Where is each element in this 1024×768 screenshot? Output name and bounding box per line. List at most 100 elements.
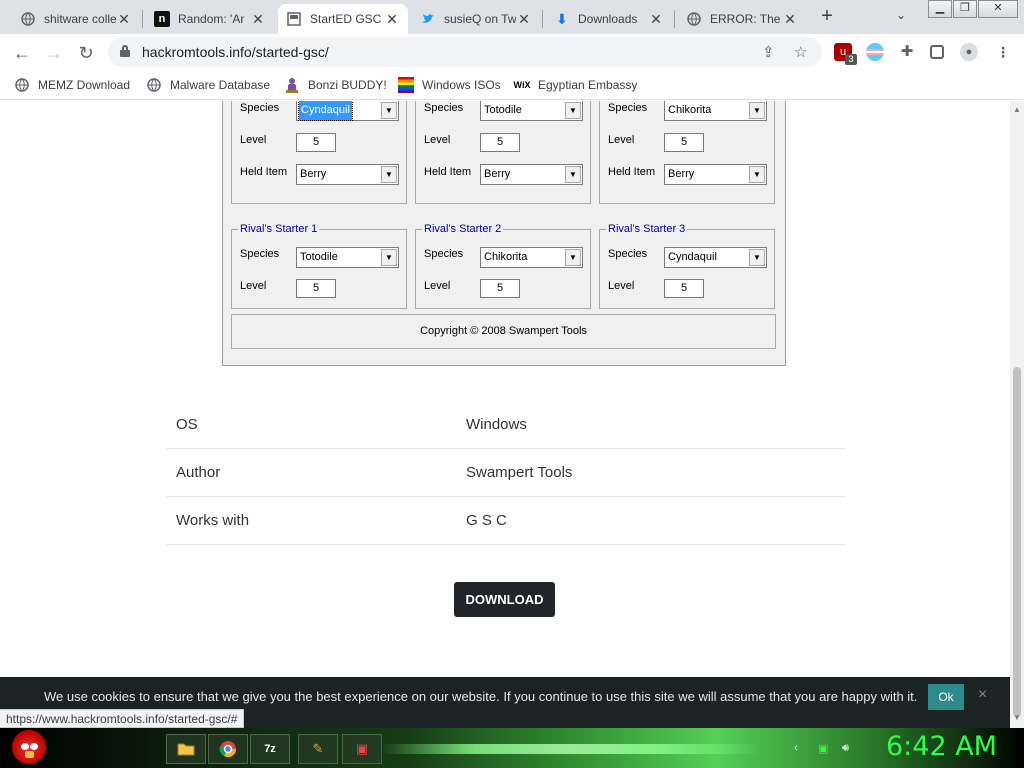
tab-5[interactable]: ERROR: The ✕ (678, 4, 806, 34)
flag-extension-icon[interactable] (866, 43, 884, 61)
restore-button[interactable]: ❐ (953, 0, 977, 18)
level-input[interactable]: 5 (480, 133, 520, 152)
tray-chevron-icon[interactable]: ‹ (794, 742, 798, 754)
tab-title: Downloads (578, 12, 638, 26)
url-text[interactable]: hackromtools.info/started-gsc/ (142, 44, 329, 60)
group-legend: Rival's Starter 1 (238, 223, 320, 235)
close-icon[interactable]: ✕ (648, 11, 664, 28)
rival-species-select[interactable]: Totodile ▼ (296, 247, 399, 268)
page-scrollbar[interactable]: ▲ ▼ (1010, 101, 1024, 728)
bookmark-memz[interactable]: MEMZ Download (14, 77, 130, 93)
download-button[interactable]: DOWNLOAD (454, 582, 555, 617)
tab-0[interactable]: shitware colle ✕ (12, 4, 140, 34)
video-icon[interactable]: ▣ (342, 734, 382, 764)
bookmark-label: Bonzi BUDDY! (308, 78, 387, 92)
rival-level-input[interactable]: 5 (296, 279, 336, 298)
taskbar: 7z ✎ ▣ ‹ ▣ 🔊︎ 6:42 AM (0, 728, 1024, 768)
level-label: Level (240, 280, 267, 292)
level-label: Level (424, 280, 451, 292)
held-item-select[interactable]: Berry ▼ (296, 164, 399, 185)
forward-button[interactable]: → (42, 41, 66, 65)
info-key: Author (176, 464, 221, 481)
dropdown-arrow-icon[interactable]: ▼ (381, 249, 397, 266)
dropdown-arrow-icon[interactable]: ▼ (381, 166, 397, 183)
download-arrow-icon: ⬇ (556, 10, 568, 27)
back-button[interactable]: ← (10, 41, 34, 65)
tab-1[interactable]: n Random: 'Ar ✕ (146, 4, 274, 34)
dropdown-arrow-icon[interactable]: ▼ (565, 102, 581, 119)
held-item-select[interactable]: Berry ▼ (664, 164, 767, 185)
cookie-ok-button[interactable]: Ok (928, 684, 964, 710)
n-logo-icon: n (154, 11, 170, 27)
bookmark-egyptian-embassy[interactable]: WiX Egyptian Embassy (514, 77, 638, 93)
folder-icon[interactable] (166, 734, 206, 764)
held-item-select[interactable]: Berry ▼ (480, 164, 583, 185)
taskbar-clock[interactable]: 6:42 AM (886, 731, 997, 762)
dropdown-arrow-icon[interactable]: ▼ (749, 249, 765, 266)
close-icon[interactable]: ✕ (782, 11, 798, 28)
tab-3[interactable]: susieQ on Tw ✕ (412, 4, 540, 34)
scrollbar-thumb[interactable] (1013, 367, 1021, 717)
rival-level-input[interactable]: 5 (664, 279, 704, 298)
tab-title: Random: 'Ar (178, 12, 245, 26)
dropdown-arrow-icon[interactable]: ▼ (565, 166, 581, 183)
page-viewport: Species Cyndaquil ▼ Level 5 Held Item Ber… (0, 101, 1010, 667)
tab-search-chevron-icon[interactable]: ⌄ (896, 8, 906, 22)
rival-level-input[interactable]: 5 (480, 279, 520, 298)
reload-button[interactable]: ↻ (74, 41, 98, 65)
held-item-label: Held Item (424, 166, 472, 178)
bookmark-malware-database[interactable]: Malware Database (146, 77, 270, 93)
rival-species-select[interactable]: Cyndaquil ▼ (664, 247, 767, 268)
scroll-up-arrow-icon[interactable]: ▲ (1013, 105, 1021, 114)
species-select[interactable]: Cyndaquil ▼ (296, 101, 399, 121)
chrome-icon[interactable] (208, 734, 248, 764)
extension-badge: 3 (845, 54, 857, 65)
dropdown-arrow-icon[interactable]: ▼ (749, 166, 765, 183)
tab-separator (674, 10, 675, 28)
close-icon[interactable]: ✕ (116, 11, 132, 28)
globe-icon (146, 77, 162, 93)
puzzle-extensions-icon[interactable]: ✚ (898, 43, 916, 61)
start-button-angry-bird-icon[interactable] (12, 730, 46, 764)
paint-icon[interactable]: ✎ (298, 734, 338, 764)
held-item-value: Berry (300, 168, 327, 180)
scroll-down-arrow-icon[interactable]: ▼ (1013, 713, 1021, 722)
share-icon[interactable]: ⇪ (762, 43, 775, 61)
level-input[interactable]: 5 (664, 133, 704, 152)
bookmark-windows-isos[interactable]: Windows ISOs (398, 77, 501, 93)
close-icon[interactable]: ✕ (516, 11, 532, 28)
dropdown-arrow-icon[interactable]: ▼ (749, 102, 765, 119)
close-icon[interactable]: ✕ (250, 11, 266, 28)
volume-icon[interactable]: 🔊︎ (842, 742, 849, 755)
species-select[interactable]: Totodile ▼ (480, 101, 583, 121)
bookmark-bonzi-buddy[interactable]: Bonzi BUDDY! (284, 77, 387, 93)
held-item-value: Berry (484, 168, 511, 180)
address-bar[interactable]: hackromtools.info/started-gsc/ ⇪ ☆ (108, 37, 822, 67)
level-label: Level (424, 134, 451, 146)
network-icon[interactable]: ▣ (818, 742, 828, 755)
menu-kebab-icon[interactable]: ⋮ (994, 43, 1012, 61)
close-window-button[interactable]: ✕ (978, 0, 1018, 18)
close-icon[interactable]: ✕ (384, 11, 400, 28)
species-value: Cyndaquil (668, 251, 717, 263)
tab-4[interactable]: ⬇ Downloads ✕ (546, 4, 672, 34)
species-select[interactable]: Chikorita ▼ (664, 101, 767, 121)
bookmark-star-icon[interactable]: ☆ (794, 43, 807, 61)
profile-avatar-icon[interactable]: ● (960, 43, 978, 61)
7zip-icon[interactable]: 7z (250, 734, 290, 764)
dropdown-arrow-icon[interactable]: ▼ (381, 102, 397, 119)
starter-group-3: Species Chikorita ▼ Level 5 Held Item Ber… (599, 101, 775, 204)
bookmark-label: Egyptian Embassy (538, 78, 638, 92)
cookie-close-icon[interactable]: × (978, 686, 987, 704)
tab-strip: shitware colle ✕ n Random: 'Ar ✕ StartED… (0, 0, 1024, 34)
tab-2-active[interactable]: StartED GSC ✕ (278, 4, 408, 34)
level-input[interactable]: 5 (296, 133, 336, 152)
dropdown-arrow-icon[interactable]: ▼ (565, 249, 581, 266)
species-label: Species (608, 248, 648, 260)
minimize-button[interactable]: ▁ (928, 0, 952, 18)
new-tab-button[interactable]: + (816, 6, 838, 28)
info-table: OS Windows Author Swampert Tools Works w… (166, 401, 846, 545)
rival-species-select[interactable]: Chikorita ▼ (480, 247, 583, 268)
side-panel-icon[interactable] (930, 45, 944, 59)
held-item-label: Held Item (240, 166, 288, 178)
